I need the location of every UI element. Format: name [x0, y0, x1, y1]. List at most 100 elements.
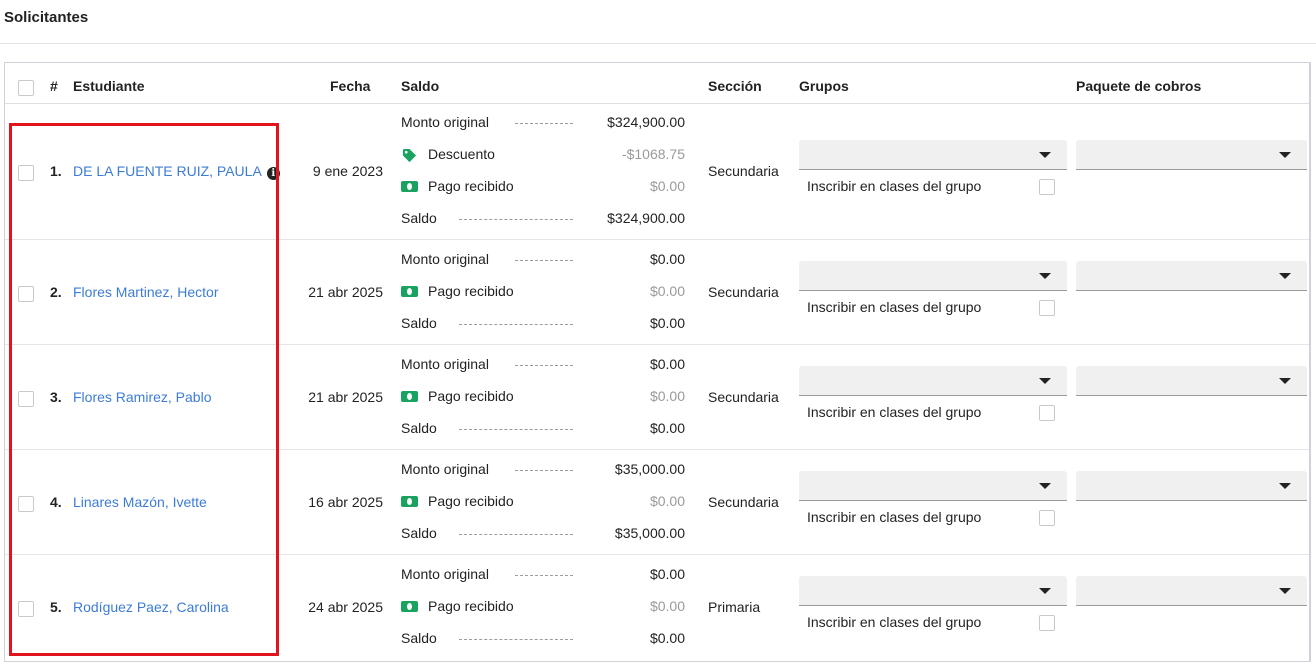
row-checkbox[interactable] [18, 286, 34, 302]
row-index: 5. [50, 599, 62, 615]
header-student[interactable]: Estudiante [73, 78, 145, 94]
student-name: DE LA FUENTE RUIZ, PAULA [73, 163, 262, 179]
page-title: Solicitantes [4, 9, 89, 26]
balance-payment: Pago recibido $0.00 [401, 493, 689, 513]
payment-label: Pago recibido [428, 493, 514, 509]
balance-value: $35,000.00 [614, 525, 685, 541]
table-row: 5. Rodíguez Paez, Carolina 24 abr 2025 M… [5, 555, 1309, 661]
header-number: # [50, 78, 58, 94]
balance-value: $0.00 [649, 420, 685, 436]
enroll-checkbox[interactable] [1039, 510, 1055, 526]
dash-leader [459, 534, 573, 535]
original-amount-value: $0.00 [649, 356, 685, 372]
balance-original: Monto original $324,900.00 [401, 114, 689, 134]
groups-select[interactable] [799, 471, 1067, 501]
balance-payment: Pago recibido $0.00 [401, 283, 689, 303]
dash-leader [459, 324, 573, 325]
caret-down-icon [1279, 588, 1291, 594]
enroll-label: Inscribir en clases del grupo [807, 404, 982, 420]
balance-total: Saldo $324,900.00 [401, 210, 689, 230]
caret-down-icon [1039, 483, 1051, 489]
dash-leader [459, 429, 573, 430]
payment-value: $0.00 [649, 178, 685, 194]
header-date[interactable]: Fecha [330, 78, 370, 94]
table-row: 3. Flores Ramirez, Pablo 21 abr 2025 Mon… [5, 345, 1309, 450]
table-row: 1. DE LA FUENTE RUIZ, PAULA i 9 ene 2023 … [5, 103, 1309, 240]
row-checkbox[interactable] [18, 496, 34, 512]
dash-leader [515, 260, 573, 261]
section-value: Secundaria [708, 389, 779, 405]
page-header: Solicitantes [0, 0, 1316, 44]
application-date: 9 ene 2023 [312, 163, 383, 179]
balance-discount: Descuento -$1068.75 [401, 146, 689, 166]
dash-leader [515, 365, 573, 366]
payment-package-select[interactable] [1076, 261, 1307, 291]
payment-value: $0.00 [649, 283, 685, 299]
enroll-checkbox[interactable] [1039, 179, 1055, 195]
caret-down-icon [1039, 152, 1051, 158]
enroll-label: Inscribir en clases del grupo [807, 614, 982, 630]
money-bill-icon [401, 286, 418, 297]
discount-label: Descuento [428, 146, 495, 162]
balance-original: Monto original $0.00 [401, 566, 689, 586]
payment-package-select[interactable] [1076, 140, 1307, 170]
discount-value: -$1068.75 [621, 146, 685, 162]
payment-value: $0.00 [649, 598, 685, 614]
payment-package-select[interactable] [1076, 576, 1307, 606]
groups-select[interactable] [799, 366, 1067, 396]
original-amount-label: Monto original [401, 566, 489, 582]
caret-down-icon [1039, 378, 1051, 384]
balance-total: Saldo $0.00 [401, 315, 689, 335]
application-date: 21 abr 2025 [308, 389, 383, 405]
application-date: 24 abr 2025 [308, 599, 383, 615]
balance-value: $324,900.00 [607, 210, 685, 226]
application-date: 21 abr 2025 [308, 284, 383, 300]
tag-icon [402, 148, 417, 163]
payment-value: $0.00 [649, 388, 685, 404]
student-name-link[interactable]: Linares Mazón, Ivette [73, 494, 207, 510]
row-checkbox[interactable] [18, 165, 34, 181]
row-index: 2. [50, 284, 62, 300]
payment-package-select[interactable] [1076, 471, 1307, 501]
balance-total: Saldo $35,000.00 [401, 525, 689, 545]
groups-select[interactable] [799, 261, 1067, 291]
student-name-link[interactable]: Flores Martinez, Hector [73, 284, 218, 300]
select-all-checkbox[interactable] [18, 80, 34, 96]
application-date: 16 abr 2025 [308, 494, 383, 510]
payment-package-select[interactable] [1076, 366, 1307, 396]
enroll-checkbox[interactable] [1039, 615, 1055, 631]
balance-payment: Pago recibido $0.00 [401, 598, 689, 618]
section-value: Secundaria [708, 284, 779, 300]
balance-original: Monto original $0.00 [401, 356, 689, 376]
table-row: 4. Linares Mazón, Ivette 16 abr 2025 Mon… [5, 450, 1309, 555]
balance-value: $0.00 [649, 630, 685, 646]
original-amount-value: $0.00 [649, 251, 685, 267]
caret-down-icon [1039, 588, 1051, 594]
enroll-label: Inscribir en clases del grupo [807, 509, 982, 525]
balance-total: Saldo $0.00 [401, 630, 689, 650]
money-bill-icon [401, 496, 418, 507]
student-name-link[interactable]: Flores Ramirez, Pablo [73, 389, 212, 405]
info-icon[interactable]: i [266, 167, 280, 180]
section-value: Secundaria [708, 494, 779, 510]
original-amount-label: Monto original [401, 251, 489, 267]
groups-select[interactable] [799, 576, 1067, 606]
groups-select[interactable] [799, 140, 1067, 170]
balance-label: Saldo [401, 420, 437, 436]
section-value: Secundaria [708, 163, 779, 179]
row-checkbox[interactable] [18, 601, 34, 617]
header-payment-package: Paquete de cobros [1076, 78, 1202, 94]
caret-down-icon [1039, 273, 1051, 279]
balance-label: Saldo [401, 315, 437, 331]
row-checkbox[interactable] [18, 391, 34, 407]
dash-leader [515, 123, 573, 124]
header-groups: Grupos [799, 78, 849, 94]
enroll-checkbox[interactable] [1039, 300, 1055, 316]
student-name-link[interactable]: DE LA FUENTE RUIZ, PAULA i [73, 163, 280, 180]
original-amount-label: Monto original [401, 114, 489, 130]
student-name-link[interactable]: Rodíguez Paez, Carolina [73, 599, 229, 615]
enroll-checkbox[interactable] [1039, 405, 1055, 421]
applicants-table: # Estudiante Fecha Saldo Sección Grupos … [4, 62, 1311, 662]
balance-total: Saldo $0.00 [401, 420, 689, 440]
money-bill-icon [401, 391, 418, 402]
